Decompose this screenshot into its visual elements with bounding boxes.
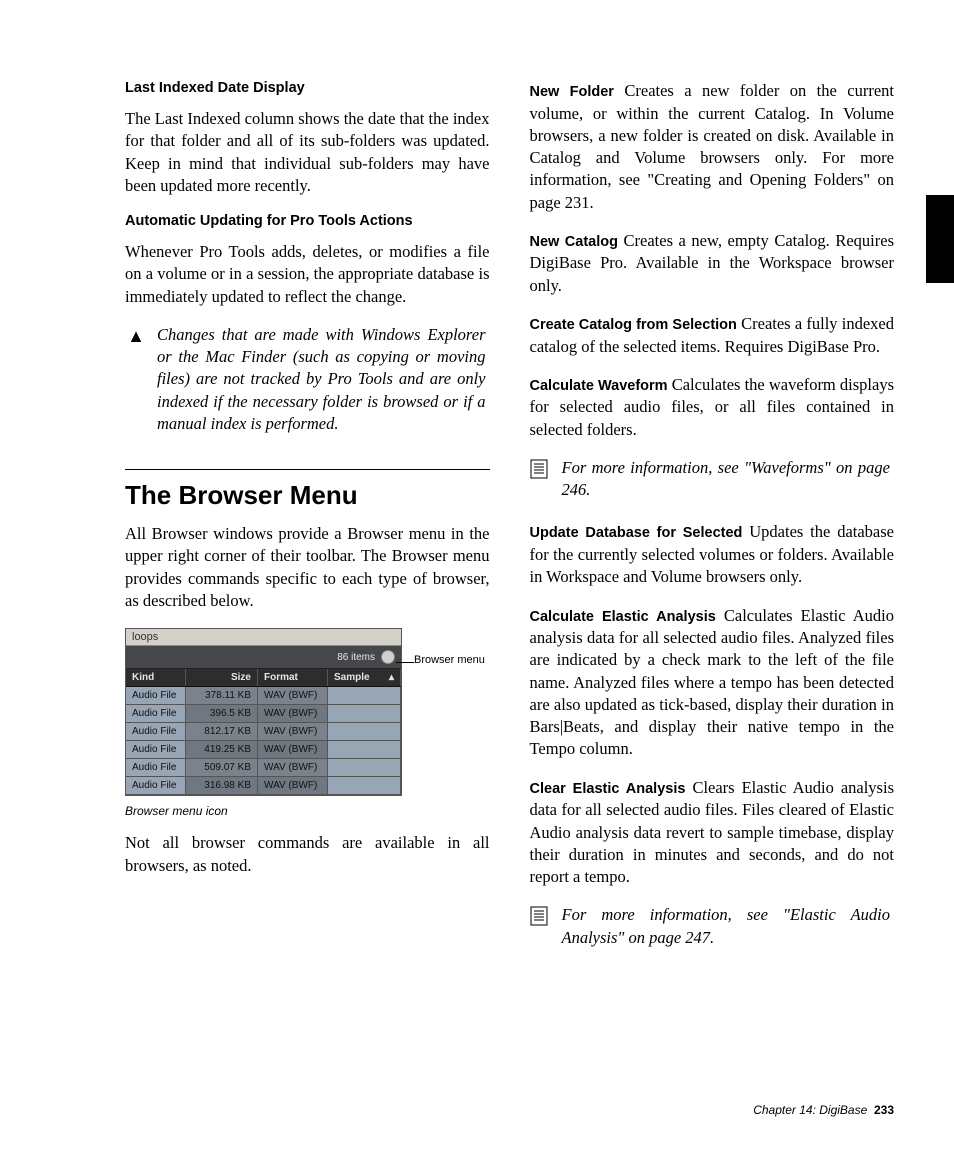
table-row: Audio File419.25 KBWAV (BWF) <box>126 741 401 759</box>
xref-text-elastic: For more information, see "Elastic Audio… <box>562 904 891 949</box>
thumb-tab <box>926 195 954 283</box>
col-kind: Kind <box>126 669 186 686</box>
para-create-catalog: Create Catalog from Selection Creates a … <box>530 313 895 358</box>
col-sample: Sample ▴ <box>328 669 401 686</box>
browser-menu-icon[interactable] <box>381 650 395 664</box>
cell-sample <box>328 687 401 704</box>
document-icon <box>530 904 552 949</box>
warning-note: ▲ Changes that are made with Windows Exp… <box>125 324 490 435</box>
table-row: Audio File509.07 KBWAV (BWF) <box>126 759 401 777</box>
figure-callout: Browser menu <box>414 628 485 667</box>
cell-size: 396.5 KB <box>186 705 258 722</box>
para-clear-elastic: Clear Elastic Analysis Clears Elastic Au… <box>530 777 895 889</box>
table-row: Audio File396.5 KBWAV (BWF) <box>126 705 401 723</box>
table-header: Kind Size Format Sample ▴ <box>126 669 401 687</box>
para-last-indexed: The Last Indexed column shows the date t… <box>125 108 490 197</box>
para-calc-elastic: Calculate Elastic Analysis Calculates El… <box>530 605 895 761</box>
cell-kind: Audio File <box>126 705 186 722</box>
cell-format: WAV (BWF) <box>258 705 328 722</box>
item-count: 86 items <box>337 652 375 663</box>
para-new-catalog: New Catalog Creates a new, empty Catalog… <box>530 230 895 297</box>
subhead-auto-update: Automatic Updating for Pro Tools Actions <box>125 213 490 229</box>
cell-kind: Audio File <box>126 723 186 740</box>
right-column: New Folder Creates a new folder on the c… <box>530 80 895 969</box>
runin-new-catalog: New Catalog <box>530 234 618 250</box>
table-row: Audio File316.98 KBWAV (BWF) <box>126 777 401 795</box>
cell-kind: Audio File <box>126 759 186 776</box>
sort-icon: ▴ <box>389 672 394 683</box>
col-format: Format <box>258 669 328 686</box>
cell-format: WAV (BWF) <box>258 777 328 794</box>
cell-format: WAV (BWF) <box>258 759 328 776</box>
para-calc-waveform: Calculate Waveform Calculates the wavefo… <box>530 374 895 441</box>
cell-sample <box>328 759 401 776</box>
table-body: Audio File378.11 KBWAV (BWF)Audio File39… <box>126 687 401 795</box>
para-update-db: Update Database for Selected Updates the… <box>530 521 895 588</box>
text-calc-elastic: Calculates Elastic Audio analysis data f… <box>530 606 895 759</box>
para-browser-intro: All Browser windows provide a Browser me… <box>125 523 490 612</box>
col-size: Size <box>186 669 258 686</box>
browser-toolbar: 86 items <box>126 646 401 669</box>
cell-size: 812.17 KB <box>186 723 258 740</box>
footer-page: 233 <box>874 1103 894 1117</box>
table-row: Audio File378.11 KBWAV (BWF) <box>126 687 401 705</box>
xref-text-waveforms: For more information, see "Waveforms" on… <box>562 457 891 502</box>
cell-size: 378.11 KB <box>186 687 258 704</box>
text-new-folder: Creates a new folder on the current volu… <box>530 81 895 212</box>
xref-note-waveforms: For more information, see "Waveforms" on… <box>530 457 895 502</box>
runin-calc-waveform: Calculate Waveform <box>530 378 668 394</box>
cell-size: 419.25 KB <box>186 741 258 758</box>
page-footer: Chapter 14: DigiBase 233 <box>753 1103 894 1117</box>
cell-sample <box>328 777 401 794</box>
document-icon <box>530 457 552 502</box>
footer-chapter: Chapter 14: DigiBase <box>753 1103 867 1117</box>
runin-new-folder: New Folder <box>530 84 614 100</box>
cell-sample <box>328 723 401 740</box>
cell-size: 316.98 KB <box>186 777 258 794</box>
runin-update-db: Update Database for Selected <box>530 525 743 541</box>
runin-clear-elastic: Clear Elastic Analysis <box>530 781 686 797</box>
left-column: Last Indexed Date Display The Last Index… <box>125 80 490 969</box>
cell-format: WAV (BWF) <box>258 741 328 758</box>
cell-format: WAV (BWF) <box>258 723 328 740</box>
cell-sample <box>328 741 401 758</box>
figure-browser-menu: loops 86 items Kind Size Format Sample ▴ <box>125 628 490 818</box>
para-not-all: Not all browser commands are available i… <box>125 832 490 877</box>
cell-sample <box>328 705 401 722</box>
runin-calc-elastic: Calculate Elastic Analysis <box>530 609 716 625</box>
cell-size: 509.07 KB <box>186 759 258 776</box>
cell-kind: Audio File <box>126 777 186 794</box>
cell-kind: Audio File <box>126 687 186 704</box>
para-auto-update: Whenever Pro Tools adds, deletes, or mod… <box>125 241 490 308</box>
runin-create-catalog: Create Catalog from Selection <box>530 317 737 333</box>
para-new-folder: New Folder Creates a new folder on the c… <box>530 80 895 214</box>
window-title: loops <box>126 629 401 646</box>
warning-text: Changes that are made with Windows Explo… <box>157 324 486 435</box>
figure-caption: Browser menu icon <box>125 804 490 818</box>
col-sample-label: Sample <box>334 672 370 683</box>
section-rule <box>125 469 490 470</box>
section-heading: The Browser Menu <box>125 480 490 511</box>
browser-window: loops 86 items Kind Size Format Sample ▴ <box>125 628 402 796</box>
cell-kind: Audio File <box>126 741 186 758</box>
subhead-last-indexed: Last Indexed Date Display <box>125 80 490 96</box>
callout-label: Browser menu <box>414 654 485 666</box>
warning-icon: ▲ <box>125 324 147 435</box>
cell-format: WAV (BWF) <box>258 687 328 704</box>
table-row: Audio File812.17 KBWAV (BWF) <box>126 723 401 741</box>
xref-note-elastic: For more information, see "Elastic Audio… <box>530 904 895 949</box>
